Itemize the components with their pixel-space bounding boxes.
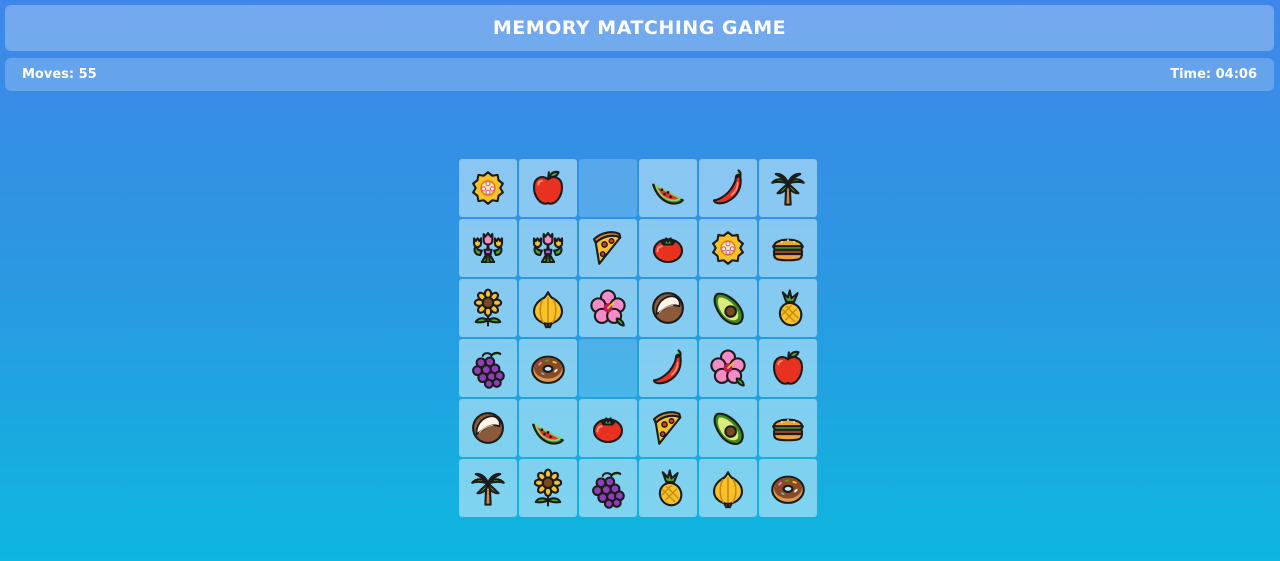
pineapple-icon <box>767 287 809 329</box>
palm-icon <box>767 167 809 209</box>
pineapple-icon <box>647 467 689 509</box>
timer: Time: 04:06 <box>1170 67 1257 82</box>
card-tile[interactable] <box>759 339 817 397</box>
card-tile[interactable] <box>759 459 817 517</box>
watermelon-icon <box>647 167 689 209</box>
palm-icon <box>467 467 509 509</box>
card-tile[interactable] <box>519 339 577 397</box>
moves-counter: Moves: 55 <box>22 67 97 82</box>
card-tile[interactable] <box>759 159 817 217</box>
card-tile[interactable] <box>459 339 517 397</box>
card-tile[interactable] <box>459 159 517 217</box>
card-tile[interactable] <box>639 279 697 337</box>
card-tile[interactable] <box>699 279 757 337</box>
hibiscus-icon <box>707 347 749 389</box>
card-tile[interactable] <box>759 279 817 337</box>
chili-icon <box>707 167 749 209</box>
onion-icon <box>707 467 749 509</box>
page-title: MEMORY MATCHING GAME <box>492 17 787 39</box>
card-tile[interactable] <box>759 399 817 457</box>
sunflower-icon <box>467 287 509 329</box>
card-tile[interactable] <box>579 279 637 337</box>
onion-icon <box>527 287 569 329</box>
card-tile[interactable] <box>579 399 637 457</box>
card-tile[interactable] <box>519 219 577 277</box>
card-tile[interactable] <box>459 399 517 457</box>
empty-tile <box>579 339 637 397</box>
burger-icon <box>767 227 809 269</box>
card-tile[interactable] <box>519 159 577 217</box>
card-tile[interactable] <box>639 339 697 397</box>
bouquet-icon <box>707 227 749 269</box>
avocado-icon <box>707 407 749 449</box>
card-tile[interactable] <box>459 279 517 337</box>
watermelon-icon <box>527 407 569 449</box>
card-tile[interactable] <box>699 159 757 217</box>
card-tile[interactable] <box>519 459 577 517</box>
tulips-icon <box>467 227 509 269</box>
sunflower-icon <box>527 467 569 509</box>
coconut-icon <box>467 407 509 449</box>
card-tile[interactable] <box>579 219 637 277</box>
pizza-icon <box>587 227 629 269</box>
card-tile[interactable] <box>459 219 517 277</box>
status-bar: Moves: 55 Time: 04:06 <box>5 58 1274 91</box>
avocado-icon <box>707 287 749 329</box>
card-tile[interactable] <box>699 219 757 277</box>
card-tile[interactable] <box>639 399 697 457</box>
grapes-icon <box>467 347 509 389</box>
tomato-icon <box>647 227 689 269</box>
game-board <box>459 159 819 519</box>
card-tile[interactable] <box>459 459 517 517</box>
card-tile[interactable] <box>579 459 637 517</box>
chili-icon <box>647 347 689 389</box>
card-tile[interactable] <box>699 399 757 457</box>
card-tile[interactable] <box>759 219 817 277</box>
apple-icon <box>527 167 569 209</box>
card-tile[interactable] <box>639 459 697 517</box>
apple-icon <box>767 347 809 389</box>
donut-icon <box>767 467 809 509</box>
card-tile[interactable] <box>639 219 697 277</box>
card-tile[interactable] <box>519 399 577 457</box>
grapes-icon <box>587 467 629 509</box>
coconut-icon <box>647 287 689 329</box>
tomato-icon <box>587 407 629 449</box>
card-tile[interactable] <box>699 339 757 397</box>
card-tile[interactable] <box>699 459 757 517</box>
burger-icon <box>767 407 809 449</box>
card-tile[interactable] <box>639 159 697 217</box>
title-bar: MEMORY MATCHING GAME <box>5 5 1274 51</box>
hibiscus-icon <box>587 287 629 329</box>
tulips-icon <box>527 227 569 269</box>
pizza-icon <box>647 407 689 449</box>
empty-tile <box>579 159 637 217</box>
card-tile[interactable] <box>519 279 577 337</box>
bouquet-icon <box>467 167 509 209</box>
donut-icon <box>527 347 569 389</box>
